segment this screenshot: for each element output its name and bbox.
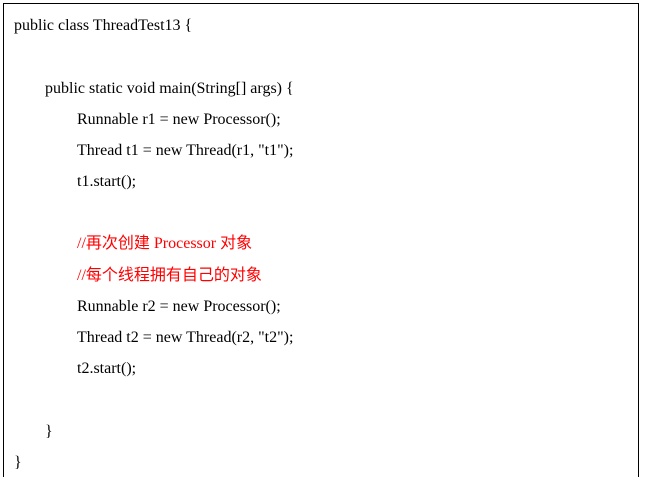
main-method-close-brace: } <box>45 423 53 440</box>
comment-line-2: //每个线程拥有自己的对象 <box>77 267 262 284</box>
code-block: public class ThreadTest13 { public stati… <box>3 3 639 477</box>
code-line-r1: Runnable r1 = new Processor(); <box>77 111 281 128</box>
code-line-t1-start: t1.start(); <box>77 173 137 190</box>
comment-line-1: //再次创建 Processor 对象 <box>77 235 253 252</box>
main-method-declaration: public static void main(String[] args) { <box>45 80 294 97</box>
code-line-t2: Thread t2 = new Thread(r2, "t2"); <box>77 329 294 346</box>
code-line-t2-start: t2.start(); <box>77 360 137 377</box>
code-line-r2: Runnable r2 = new Processor(); <box>77 298 281 315</box>
code-line-t1: Thread t1 = new Thread(r1, "t1"); <box>77 142 294 159</box>
class-declaration: public class ThreadTest13 { <box>14 17 193 34</box>
class-close-brace: } <box>14 454 22 471</box>
